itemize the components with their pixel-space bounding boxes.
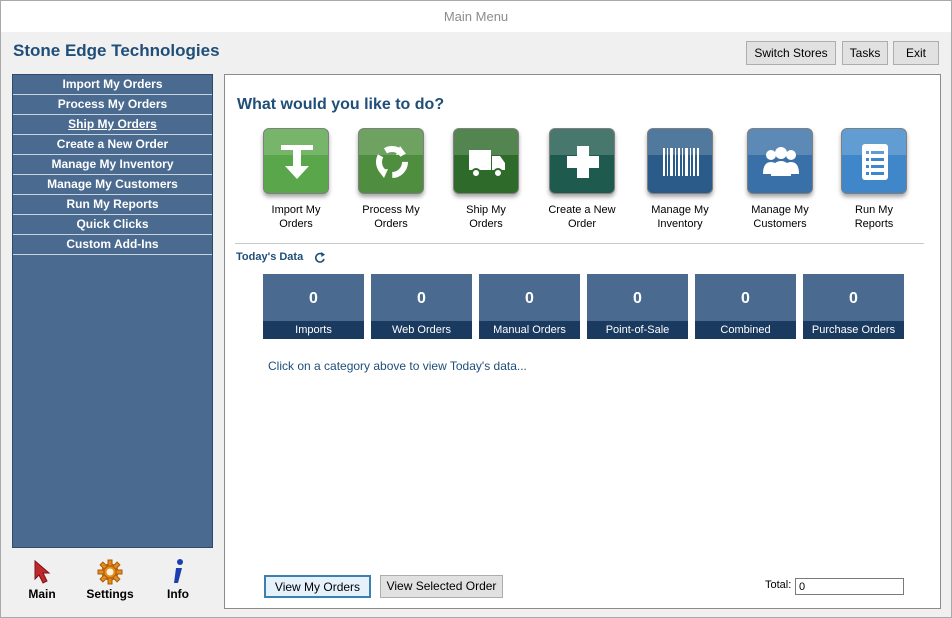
import-orders-action[interactable]: Import My Orders (251, 128, 341, 231)
sidebar-item-custom-add-ins[interactable]: Custom Add-Ins (13, 235, 212, 255)
manage-inventory-action[interactable]: Manage My Inventory (635, 128, 725, 231)
stat-value: 0 (741, 290, 750, 307)
total-label: Total: (765, 579, 792, 591)
view-my-orders-button[interactable]: View My Orders (264, 575, 371, 598)
import-orders-label-1: Import My (271, 204, 321, 216)
stat-label: Point-of-Sale (587, 321, 688, 339)
info-icon (174, 559, 183, 583)
settings-nav-label: Settings (86, 587, 134, 601)
todays-data-label: Today's Data (236, 251, 304, 263)
total-field[interactable] (795, 578, 904, 595)
sidebar-item-process-orders[interactable]: Process My Orders (13, 95, 212, 115)
people-icon (763, 147, 799, 176)
sidebar-item-import-orders[interactable]: Import My Orders (13, 75, 212, 95)
manage-inventory-label-2: Inventory (657, 218, 703, 230)
ship-orders-action[interactable]: Ship My Orders (441, 128, 531, 231)
import-arrow-icon (281, 145, 313, 179)
stat-purchase-orders[interactable]: 0 Purchase Orders (803, 274, 904, 339)
tasks-button[interactable]: Tasks (842, 41, 888, 65)
manage-customers-label-2: Customers (753, 218, 807, 230)
sidebar-item-label: Quick Clicks (76, 217, 149, 231)
stat-value: 0 (633, 290, 642, 307)
create-order-action[interactable]: Create a New Order (537, 128, 627, 231)
stat-label: Combined (695, 321, 796, 339)
import-orders-tile (263, 128, 329, 194)
main-panel: What would you like to do? Import My Orde… (224, 74, 941, 609)
sidebar-item-label: Custom Add-Ins (66, 237, 159, 251)
exit-button[interactable]: Exit (893, 41, 939, 65)
refresh-icon[interactable] (314, 251, 326, 264)
main-menu-window: Main Menu Stone Edge Technologies Switch… (0, 0, 952, 618)
section-divider (235, 243, 924, 244)
process-orders-tile (358, 128, 424, 194)
ship-orders-label-1: Ship My (466, 204, 506, 216)
manage-inventory-label-1: Manage My (651, 204, 709, 216)
sidebar-item-manage-inventory[interactable]: Manage My Inventory (13, 155, 212, 175)
stat-combined[interactable]: 0 Combined (695, 274, 796, 339)
sidebar-item-label: Manage My Customers (47, 177, 178, 191)
stat-web-orders[interactable]: 0 Web Orders (371, 274, 472, 339)
report-list-icon (862, 144, 888, 180)
main-nav-button[interactable]: Main (12, 557, 72, 609)
category-hint: Click on a category above to view Today'… (268, 359, 527, 373)
sidebar-item-label: Ship My Orders (68, 117, 157, 131)
run-reports-label-1: Run My (855, 204, 893, 216)
stat-point-of-sale[interactable]: 0 Point-of-Sale (587, 274, 688, 339)
process-orders-label-2: Orders (374, 218, 408, 230)
switch-stores-button[interactable]: Switch Stores (746, 41, 836, 65)
manage-customers-label-1: Manage My (751, 204, 809, 216)
gear-icon (97, 559, 123, 585)
window-title: Main Menu (1, 1, 951, 32)
sidebar-item-label: Import My Orders (62, 77, 163, 91)
sidebar-item-quick-clicks[interactable]: Quick Clicks (13, 215, 212, 235)
create-order-tile (549, 128, 615, 194)
create-order-label-1: Create a New (548, 204, 616, 216)
stat-manual-orders[interactable]: 0 Manual Orders (479, 274, 580, 339)
sidebar-item-ship-orders[interactable]: Ship My Orders (13, 115, 212, 135)
info-nav-label: Info (167, 587, 189, 601)
stat-label: Purchase Orders (803, 321, 904, 339)
manage-customers-tile (747, 128, 813, 194)
arrow-cursor-icon (34, 559, 51, 584)
stat-label: Imports (263, 321, 364, 339)
run-reports-label-2: Reports (854, 218, 894, 230)
stat-value: 0 (849, 290, 858, 307)
brand-title: Stone Edge Technologies (13, 41, 220, 60)
ship-orders-tile (453, 128, 519, 194)
create-order-label-2: Order (567, 218, 597, 230)
ship-orders-label-2: Orders (469, 218, 503, 230)
stat-label: Manual Orders (479, 321, 580, 339)
manage-inventory-tile (647, 128, 713, 194)
sidebar-item-label: Process My Orders (57, 97, 168, 111)
stat-value: 0 (417, 290, 426, 307)
info-nav-button[interactable]: Info (148, 557, 208, 609)
stat-label: Web Orders (371, 321, 472, 339)
sidebar-item-label: Run My Reports (66, 197, 159, 211)
sidebar-item-manage-customers[interactable]: Manage My Customers (13, 175, 212, 195)
sidebar-item-create-order[interactable]: Create a New Order (13, 135, 212, 155)
barcode-icon (663, 148, 699, 176)
settings-nav-button[interactable]: Settings (80, 557, 140, 609)
view-selected-order-button[interactable]: View Selected Order (380, 575, 503, 598)
stat-value: 0 (525, 290, 534, 307)
main-nav-label: Main (28, 587, 56, 601)
run-reports-action[interactable]: Run My Reports (829, 128, 919, 231)
sidebar-item-label: Create a New Order (56, 137, 169, 151)
run-reports-tile (841, 128, 907, 194)
process-orders-action[interactable]: Process My Orders (346, 128, 436, 231)
stat-imports[interactable]: 0 Imports (263, 274, 364, 339)
manage-customers-action[interactable]: Manage My Customers (735, 128, 825, 231)
sidebar: Import My Orders Process My Orders Ship … (12, 74, 213, 548)
stat-value: 0 (309, 290, 318, 307)
truck-icon (469, 150, 505, 178)
sidebar-item-run-reports[interactable]: Run My Reports (13, 195, 212, 215)
page-heading: What would you like to do? (237, 96, 445, 113)
process-orders-label-1: Process My (362, 204, 420, 216)
plus-icon (567, 146, 599, 178)
sidebar-item-label: Manage My Inventory (51, 157, 174, 171)
import-orders-label-2: Orders (279, 218, 313, 230)
recycle-icon (376, 146, 408, 178)
